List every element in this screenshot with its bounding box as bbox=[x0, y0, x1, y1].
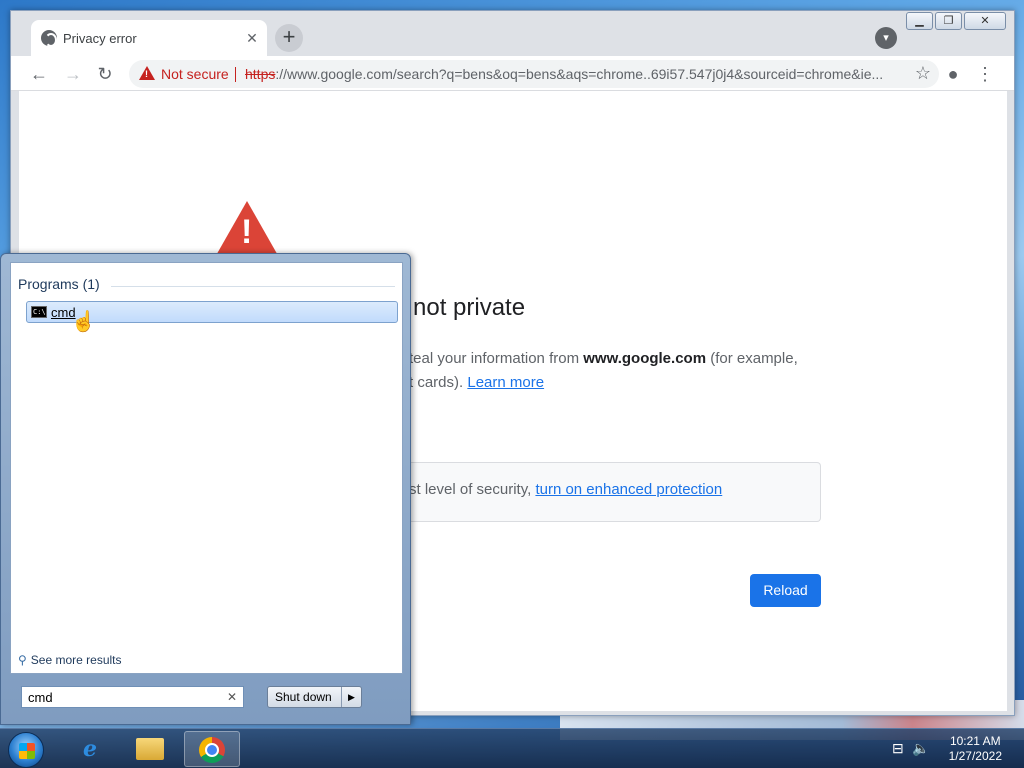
url-text[interactable]: https://www.google.com/search?q=bens&oq=… bbox=[245, 66, 895, 82]
see-more-label: See more results bbox=[30, 653, 122, 667]
clock-date: 1/27/2022 bbox=[948, 749, 1002, 763]
shut-down-label: Shut down bbox=[275, 690, 332, 704]
start-search-input[interactable]: cmd ✕ bbox=[21, 686, 244, 708]
taskbar-chrome[interactable] bbox=[184, 731, 240, 767]
url-rest: ://www.google.com/search?q=bens&oq=bens&… bbox=[275, 66, 884, 82]
big-warning-icon: ! bbox=[214, 201, 280, 259]
new-tab-button[interactable]: + bbox=[275, 24, 303, 52]
profile-icon[interactable]: ● bbox=[941, 62, 965, 86]
tab-search-icon[interactable]: ▾ bbox=[875, 27, 897, 49]
tab-privacy-error[interactable]: Privacy error ✕ bbox=[31, 20, 267, 56]
minimize-button[interactable]: ▁ bbox=[906, 12, 933, 30]
window-controls: ▁ ❐ ✕ bbox=[906, 12, 1006, 30]
start-button[interactable] bbox=[8, 732, 44, 768]
bookmark-star-icon[interactable]: ☆ bbox=[915, 63, 931, 84]
volume-icon[interactable]: 🔈 bbox=[912, 740, 929, 757]
enhanced-protection-link[interactable]: turn on enhanced protection bbox=[535, 481, 722, 498]
cmd-icon: C:\ bbox=[31, 306, 47, 318]
shut-down-button[interactable]: Shut down ▶ bbox=[267, 686, 362, 708]
clear-search-icon[interactable]: ✕ bbox=[227, 690, 237, 704]
internet-explorer-icon: e bbox=[83, 736, 97, 762]
taskbar-explorer[interactable] bbox=[122, 731, 178, 767]
tab-title: Privacy error bbox=[63, 31, 137, 46]
not-secure-label[interactable]: Not secure bbox=[161, 66, 229, 82]
warning-icon: ! bbox=[139, 66, 155, 80]
start-menu: Programs (1) C:\ cmd ☝ ⚲ See more results… bbox=[0, 253, 411, 725]
windows-logo-icon bbox=[19, 743, 35, 759]
system-tray: ⊟ 🔈 10:21 AM 1/27/2022 bbox=[884, 729, 1024, 768]
magnifier-icon: ⚲ bbox=[18, 653, 27, 667]
hand-cursor-icon: ☝ bbox=[71, 311, 96, 333]
learn-more-link[interactable]: Learn more bbox=[467, 374, 544, 391]
desc-domain: www.google.com bbox=[583, 350, 707, 367]
reload-button[interactable]: Reload bbox=[750, 574, 821, 607]
address-bar[interactable]: ! Not secure https://www.google.com/sear… bbox=[129, 60, 939, 88]
menu-kebab-icon[interactable]: ⋮ bbox=[973, 62, 997, 86]
page-heading: not private bbox=[413, 294, 526, 321]
network-icon[interactable]: ⊟ bbox=[892, 740, 904, 757]
start-menu-results-panel: Programs (1) C:\ cmd ☝ ⚲ See more results bbox=[10, 262, 403, 674]
see-more-results-link[interactable]: ⚲ See more results bbox=[18, 653, 122, 667]
restore-button[interactable]: ❐ bbox=[935, 12, 962, 30]
enhanced-protection-box: st level of security, turn on enhanced p… bbox=[409, 462, 821, 522]
globe-icon bbox=[41, 30, 57, 47]
search-input-value: cmd bbox=[28, 690, 53, 705]
programs-divider bbox=[111, 286, 395, 287]
browser-toolbar: ← → ↻ ! Not secure https://www.google.co… bbox=[11, 56, 1014, 91]
desc-line2-prefix: t cards). bbox=[409, 374, 468, 391]
back-arrow-icon[interactable]: ← bbox=[27, 62, 51, 86]
reload-icon[interactable]: ↻ bbox=[93, 62, 117, 86]
page-description: teal your information from www.google.co… bbox=[409, 347, 798, 395]
desc-line1-suffix: (for example, bbox=[706, 350, 798, 367]
taskbar-ie[interactable]: e bbox=[62, 731, 118, 767]
url-scheme: https bbox=[245, 66, 276, 82]
enhanced-prefix: st level of security, bbox=[409, 481, 536, 498]
folder-icon bbox=[136, 738, 164, 760]
close-window-button[interactable]: ✕ bbox=[964, 12, 1006, 30]
programs-heading: Programs (1) bbox=[18, 276, 100, 292]
desc-line1-prefix: teal your information from bbox=[409, 350, 584, 367]
clock[interactable]: 10:21 AM 1/27/2022 bbox=[949, 734, 1002, 764]
clock-time: 10:21 AM bbox=[949, 734, 1001, 748]
tab-strip: Privacy error ✕ + ▾ ▁ ❐ ✕ bbox=[11, 11, 1014, 56]
tab-close-icon[interactable]: ✕ bbox=[243, 29, 261, 47]
enhanced-protection-text: st level of security, turn on enhanced p… bbox=[409, 481, 722, 498]
taskbar: e ⊟ 🔈 10:21 AM 1/27/2022 bbox=[0, 728, 1024, 768]
forward-arrow-icon[interactable]: → bbox=[61, 62, 85, 86]
chrome-icon bbox=[199, 737, 225, 763]
omnibox-separator bbox=[235, 67, 236, 82]
shut-down-options-arrow[interactable]: ▶ bbox=[341, 687, 361, 707]
